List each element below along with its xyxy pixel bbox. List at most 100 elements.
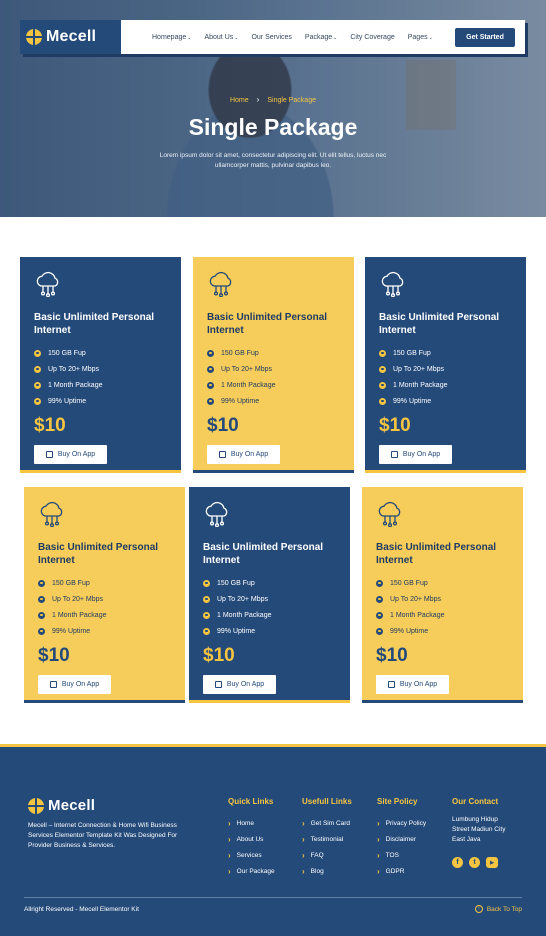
package-title: Basic Unlimited Personal Internet: [207, 312, 328, 336]
cloud-network-icon: [376, 501, 509, 527]
feature-text: Up To 20+ Mbps: [52, 595, 104, 603]
app-icon: [387, 681, 395, 688]
footer-link-label: Home: [236, 819, 255, 827]
footer-link-blog[interactable]: › Blog: [302, 863, 352, 879]
chevron-down-icon: ⌄: [428, 34, 433, 41]
package-title: Basic Unlimited Personal Internet: [376, 542, 497, 566]
feature-item: 150 GB Fup: [207, 345, 340, 361]
nav-item-homepage[interactable]: Homepage⌄: [152, 34, 191, 41]
buy-on-app-button[interactable]: Buy On App: [207, 445, 280, 464]
footer: Mecell Mecell – Internet Connection & Ho…: [0, 744, 546, 936]
bullet-icon: [379, 381, 386, 389]
bullet-icon: [38, 627, 45, 635]
useful-links-heading: Usefull Links: [302, 797, 352, 806]
page-title: Single Package: [188, 114, 358, 140]
package-price: $10: [38, 645, 70, 666]
buy-on-app-button[interactable]: Buy On App: [34, 445, 107, 464]
bullet-icon: [379, 349, 386, 357]
navbar: Mecell Homepage⌄ About Us⌄ Our Services Pac…: [20, 20, 525, 54]
bullet-icon: [376, 611, 383, 619]
footer-link-home[interactable]: › Home: [228, 815, 275, 831]
feature-text: 1 Month Package: [390, 611, 445, 619]
feature-item: Up To 20+ Mbps: [34, 361, 167, 377]
feature-text: Up To 20+ Mbps: [217, 595, 269, 603]
buy-on-app-button[interactable]: Buy On App: [203, 675, 276, 694]
get-started-button[interactable]: Get Started: [455, 27, 515, 47]
feature-list: 150 GB Fup Up To 20+ Mbps 1 Month Package 9…: [379, 345, 512, 409]
nav-menu: Homepage⌄ About Us⌄ Our Services Package⌄ Ci…: [152, 34, 433, 41]
feature-item: 99% Uptime: [379, 393, 512, 409]
buy-on-app-button[interactable]: Buy On App: [376, 675, 449, 694]
nav-item-package[interactable]: Package⌄: [305, 34, 337, 41]
footer-logo[interactable]: Mecell: [28, 797, 95, 814]
buy-button-label: Buy On App: [226, 681, 265, 688]
cloud-network-icon: [207, 271, 340, 297]
feature-text: 1 Month Package: [52, 611, 107, 619]
chevron-right-icon: ›: [377, 818, 380, 828]
feature-text: 99% Uptime: [52, 627, 91, 635]
footer-link-services[interactable]: › Services: [228, 847, 275, 863]
feature-item: 150 GB Fup: [203, 575, 336, 591]
contact-column: Our Contact Lumbung Hidup Street Madiun C…: [452, 797, 505, 868]
buy-on-app-button[interactable]: Buy On App: [379, 445, 452, 464]
nav-item-label: City Coverage: [350, 33, 395, 41]
back-to-top-button[interactable]: ↑ Back To Top: [474, 905, 522, 913]
contact-address: Lumbung Hidup Street Madiun City East Java: [452, 815, 505, 845]
app-icon: [390, 451, 398, 458]
footer-link-about-us[interactable]: › About Us: [228, 831, 275, 847]
feature-item: 99% Uptime: [203, 623, 336, 639]
feature-item: 1 Month Package: [38, 607, 171, 623]
feature-text: 150 GB Fup: [52, 579, 90, 587]
buy-on-app-button[interactable]: Buy On App: [38, 675, 111, 694]
feature-list: 150 GB Fup Up To 20+ Mbps 1 Month Package 9…: [38, 575, 171, 639]
footer-link-privacy-policy[interactable]: › Privacy Policy: [377, 815, 426, 831]
footer-link-testimonial[interactable]: › Testimonial: [302, 831, 352, 847]
bullet-icon: [376, 627, 383, 635]
nav-item-about-us[interactable]: About Us⌄: [204, 34, 238, 41]
feature-list: 150 GB Fup Up To 20+ Mbps 1 Month Package 9…: [203, 575, 336, 639]
feature-item: Up To 20+ Mbps: [376, 591, 509, 607]
chevron-right-icon: ›: [377, 866, 380, 876]
feature-item: 1 Month Package: [203, 607, 336, 623]
chevron-right-icon: ›: [228, 866, 231, 876]
feature-item: 1 Month Package: [379, 377, 512, 393]
footer-link-tos[interactable]: › TOS: [377, 847, 426, 863]
footer-link-disclaimer[interactable]: › Disclaimer: [377, 831, 426, 847]
twitter-icon[interactable]: t: [469, 857, 480, 868]
nav-item-label: Pages: [407, 33, 428, 41]
nav-item-our-services[interactable]: Our Services: [251, 34, 291, 41]
feature-item: 150 GB Fup: [34, 345, 167, 361]
nav-item-city-coverage[interactable]: City Coverage: [350, 34, 394, 41]
feature-item: 150 GB Fup: [376, 575, 509, 591]
package-card: Basic Unlimited Personal Internet 150 GB…: [193, 257, 354, 473]
footer-link-label: Our Package: [236, 867, 275, 875]
contact-line: East Java: [452, 836, 481, 843]
footer-link-label: Disclaimer: [385, 835, 417, 843]
facebook-icon[interactable]: f: [452, 857, 463, 868]
nav-item-label: About Us: [204, 33, 234, 41]
contact-line: Street Madiun City: [452, 826, 506, 833]
package-card: Basic Unlimited Personal Internet 150 GB…: [189, 487, 350, 703]
footer-link-label: Blog: [310, 867, 324, 875]
feature-text: Up To 20+ Mbps: [48, 365, 100, 373]
bullet-icon: [203, 627, 210, 635]
footer-link-gdpr[interactable]: › GDPR: [377, 863, 426, 879]
logo[interactable]: Mecell: [20, 20, 121, 54]
chevron-down-icon: ⌄: [187, 34, 192, 41]
nav-item-pages[interactable]: Pages⌄: [408, 34, 433, 41]
feature-text: 1 Month Package: [221, 381, 276, 389]
package-card: Basic Unlimited Personal Internet 150 GB…: [365, 257, 526, 473]
feature-text: 1 Month Package: [393, 381, 448, 389]
globe-icon: [28, 797, 44, 814]
footer-link-label: Services: [236, 851, 262, 859]
breadcrumb-home[interactable]: Home: [230, 97, 249, 104]
bullet-icon: [207, 365, 214, 373]
footer-link-get-sim-card[interactable]: › Get Sim Card: [302, 815, 352, 831]
bullet-icon: [34, 349, 41, 357]
youtube-icon[interactable]: ▶: [486, 857, 498, 868]
bullet-icon: [203, 611, 210, 619]
footer-link-our-package[interactable]: › Our Package: [228, 863, 275, 879]
chevron-right-icon: ›: [302, 818, 305, 828]
footer-link-faq[interactable]: › FAQ: [302, 847, 352, 863]
footer-link-label: FAQ: [310, 851, 324, 859]
